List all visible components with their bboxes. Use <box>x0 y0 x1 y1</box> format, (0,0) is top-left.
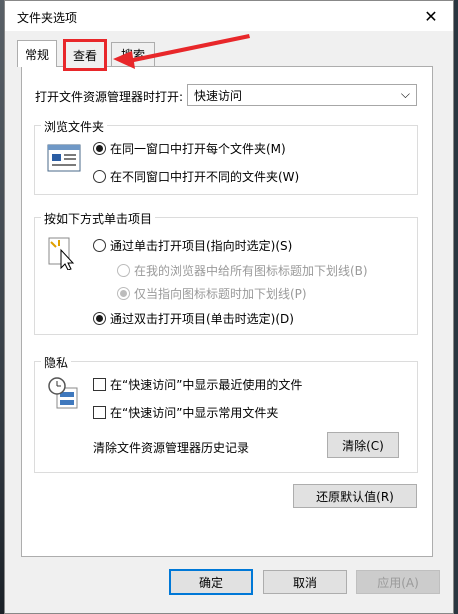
tab-search-label: 搜索 <box>120 48 145 62</box>
cancel-button[interactable]: 取消 <box>263 570 347 594</box>
tab-general[interactable]: 常规 <box>17 40 57 67</box>
clear-history-button-label: 清除(C) <box>342 438 384 453</box>
pointer-click-icon <box>48 237 75 270</box>
radio-button <box>93 312 106 325</box>
radio-double-click[interactable]: 通过双击打开项目(单击时选定)(D) <box>93 310 294 327</box>
ok-button-label: 确定 <box>198 575 223 590</box>
close-icon: ✕ <box>424 6 438 26</box>
privacy-group: 隐私 在“快速访问”中显示最近使用的文件 在“快速访问”中显示常用文件夹 清除文… <box>34 354 418 473</box>
click-items-title: 按如下方式单击项目 <box>41 210 156 227</box>
radio-underline-hover: 仅当指向图标标题时加下划线(P) <box>117 285 307 302</box>
open-explorer-label: 打开文件资源管理器时打开: <box>35 90 184 104</box>
radio-button <box>93 239 106 252</box>
clear-history-button[interactable]: 清除(C) <box>327 432 399 458</box>
radio-underline-all-label: 在我的浏览器中给所有图标标题加下划线(B) <box>134 264 368 278</box>
checkbox-frequent-folders[interactable]: 在“快速访问”中显示常用文件夹 <box>93 404 278 421</box>
clock-documents-icon <box>48 377 78 409</box>
radio-double-click-label: 通过双击打开项目(单击时选定)(D) <box>110 312 294 326</box>
folder-window-icon <box>47 144 81 172</box>
browse-folders-title: 浏览文件夹 <box>41 118 108 135</box>
checkbox <box>93 406 106 419</box>
checkbox-frequent-folders-label: 在“快速访问”中显示常用文件夹 <box>110 406 279 420</box>
radio-single-click-label: 通过单击打开项目(指向时选定)(S) <box>110 239 293 253</box>
apply-button: 应用(A) <box>356 570 440 594</box>
radio-same-window[interactable]: 在同一窗口中打开每个文件夹(M) <box>93 140 286 157</box>
radio-underline-hover-label: 仅当指向图标标题时加下划线(P) <box>134 287 307 301</box>
radio-underline-all: 在我的浏览器中给所有图标标题加下划线(B) <box>117 262 368 279</box>
radio-single-click[interactable]: 通过单击打开项目(指向时选定)(S) <box>93 237 292 254</box>
radio-button <box>93 170 106 183</box>
general-tab-panel: 打开文件资源管理器时打开: 快速访问 ⌵ 浏览文件夹 在同一窗口中打开每个文件夹… <box>21 66 433 557</box>
close-button[interactable]: ✕ <box>409 1 453 31</box>
clear-history-label: 清除文件资源管理器历史记录 <box>93 441 250 455</box>
radio-button <box>117 264 130 277</box>
tab-general-label: 常规 <box>24 47 49 62</box>
tab-view[interactable]: 查看 <box>63 39 107 71</box>
radio-same-window-label: 在同一窗口中打开每个文件夹(M) <box>110 142 286 156</box>
open-explorer-select[interactable]: 快速访问 ⌵ <box>187 84 417 106</box>
restore-defaults-button-label: 还原默认值(R) <box>316 489 394 504</box>
checkbox <box>93 378 106 391</box>
privacy-title: 隐私 <box>41 354 72 371</box>
ok-button[interactable]: 确定 <box>169 569 253 595</box>
restore-defaults-button[interactable]: 还原默认值(R) <box>293 484 417 508</box>
tab-search[interactable]: 搜索 <box>111 42 155 66</box>
click-items-group: 按如下方式单击项目 通过单击打开项目(指向时选定)(S) 在我的浏览器中给所有图… <box>34 210 418 335</box>
window-title: 文件夹选项 <box>17 11 78 25</box>
apply-button-label: 应用(A) <box>377 575 419 590</box>
cancel-button-label: 取消 <box>292 575 317 590</box>
browse-folders-group: 浏览文件夹 在同一窗口中打开每个文件夹(M) 在不同窗口中打开不同的文件夹(W) <box>34 118 418 195</box>
chevron-down-icon: ⌵ <box>400 87 410 101</box>
radio-button <box>93 142 106 155</box>
tab-view-label: 查看 <box>72 48 97 63</box>
folder-options-dialog: 文件夹选项 ✕ 常规 查看 搜索 打开文件资源管理器时打开: 快速访问 ⌵ 浏览… <box>4 0 454 614</box>
radio-new-window-label: 在不同窗口中打开不同的文件夹(W) <box>110 170 300 184</box>
open-explorer-value: 快速访问 <box>194 88 243 103</box>
title-bar: 文件夹选项 ✕ <box>5 1 453 31</box>
radio-button <box>117 287 130 300</box>
radio-new-window[interactable]: 在不同窗口中打开不同的文件夹(W) <box>93 168 299 185</box>
checkbox-recent-files[interactable]: 在“快速访问”中显示最近使用的文件 <box>93 376 302 393</box>
checkbox-recent-files-label: 在“快速访问”中显示最近使用的文件 <box>110 378 303 392</box>
